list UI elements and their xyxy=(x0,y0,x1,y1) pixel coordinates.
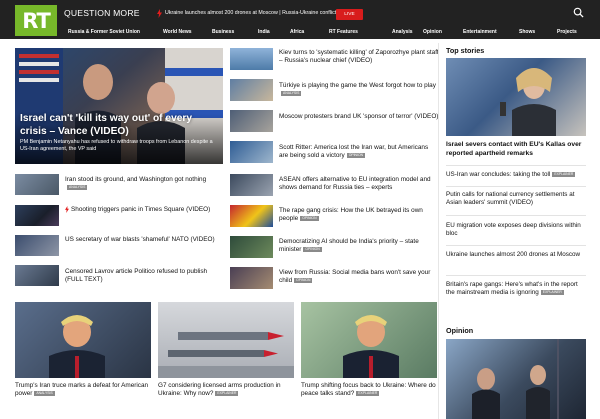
mid-item-4[interactable]: Scott Ritter: America lost the Iran war,… xyxy=(279,144,439,160)
main-nav: Russia & Former Soviet Union World News … xyxy=(0,26,600,39)
rt-logo[interactable]: RT xyxy=(15,5,57,36)
top-story-item-3[interactable]: EU migration vote exposes deep divisions… xyxy=(446,222,586,238)
nav-item-projects[interactable]: Projects xyxy=(557,29,577,35)
top-story-item-2[interactable]: Putin calls for national currency settle… xyxy=(446,191,586,207)
mid-thumb-5[interactable] xyxy=(230,174,273,196)
opinion-photo-illustration xyxy=(472,339,559,419)
bolt-icon xyxy=(157,9,162,18)
top-story-item-1[interactable]: US-Iran war concludes: taking the toll EX… xyxy=(446,171,586,179)
mid-thumb-2[interactable] xyxy=(230,79,273,101)
nav-item-shows[interactable]: Shows xyxy=(519,29,535,35)
divider xyxy=(446,165,586,166)
explainer-badge: EXPLAINER xyxy=(356,391,380,397)
explainer-badge: EXPLAINER xyxy=(215,391,239,397)
mid-item-1[interactable]: Kiev turns to 'systematic killing' of Za… xyxy=(279,49,439,65)
opinion-heading: Opinion xyxy=(446,326,474,335)
mid-thumb-3[interactable] xyxy=(230,110,273,132)
top-story-item-5[interactable]: Britain's rape gangs: Here's what's in t… xyxy=(446,281,586,297)
nav-item-opinion[interactable]: Opinion xyxy=(423,29,442,35)
divider xyxy=(446,186,586,187)
mid-item-6[interactable]: The rape gang crisis: How the UK betraye… xyxy=(279,207,439,223)
nav-item-rt-features[interactable]: RT Features xyxy=(329,29,358,35)
nav-item-india[interactable]: India xyxy=(258,29,270,35)
nav-item-analysis[interactable]: Analysis xyxy=(392,29,413,35)
explainer-badge: EXPLAINER xyxy=(552,171,576,177)
left-item-1[interactable]: Iran stood its ground, and Washington go… xyxy=(65,176,225,192)
nav-item-business[interactable]: Business xyxy=(212,29,234,35)
mid-thumb-6[interactable] xyxy=(230,205,273,227)
breaking-ticker[interactable]: Ukraine launches almost 200 drones at Mo… xyxy=(165,10,336,16)
left-item-3[interactable]: US secretary of war blasts 'shameful' NA… xyxy=(65,236,225,244)
bottom-thumb-3[interactable] xyxy=(301,302,437,378)
left-thumb-2[interactable] xyxy=(15,205,59,226)
bottom-thumb-2[interactable] xyxy=(158,302,294,378)
top-story-lead[interactable]: Israel severs contact with EU's Kallas o… xyxy=(446,141,586,158)
opinion-image[interactable] xyxy=(446,339,586,419)
left-thumb-3[interactable] xyxy=(15,235,59,256)
opinion-badge: OPINION xyxy=(294,277,313,283)
bottom-photo-illustration-3 xyxy=(343,315,399,378)
top-story-image[interactable] xyxy=(446,58,586,136)
mid-thumb-1[interactable] xyxy=(230,48,273,70)
divider xyxy=(446,245,586,246)
nav-item-entertainment[interactable]: Entertainment xyxy=(463,29,497,35)
analysis-badge: ANALYSIS xyxy=(34,391,55,397)
opinion-badge: OPINION xyxy=(300,215,319,221)
mid-item-2[interactable]: Türkiye is playing the game the West for… xyxy=(279,82,439,98)
bottom-thumb-1[interactable] xyxy=(15,302,151,378)
hero-headline[interactable]: Israel can't 'kill its way out' of every… xyxy=(20,113,220,138)
bottom-photo-illustration-2 xyxy=(158,332,294,378)
left-thumb-1[interactable] xyxy=(15,174,59,195)
opinion-badge: OPINION xyxy=(303,246,322,252)
mid-thumb-4[interactable] xyxy=(230,141,273,163)
left-item-2[interactable]: Shooting triggers panic in Times Square … xyxy=(65,206,225,214)
top-story-item-4[interactable]: Ukraine launches almost 200 drones at Mo… xyxy=(446,251,586,259)
mid-thumb-8[interactable] xyxy=(230,267,273,289)
left-thumb-4[interactable] xyxy=(15,265,59,286)
nav-item-world-news[interactable]: World News xyxy=(163,29,192,35)
bottom-item-2[interactable]: G7 considering licensed arms production … xyxy=(158,382,298,398)
bolt-icon xyxy=(65,206,69,213)
top-stories-heading: Top stories xyxy=(446,46,485,55)
explainer-badge: EXPLAINER xyxy=(540,289,564,295)
search-icon[interactable] xyxy=(573,7,584,18)
analysis-badge: ANALYSIS xyxy=(281,90,302,96)
opinion-badge: OPINION xyxy=(346,152,366,158)
divider xyxy=(446,215,586,216)
analysis-badge: ANALYSIS xyxy=(67,184,88,190)
nav-item-africa[interactable]: Africa xyxy=(290,29,304,35)
divider xyxy=(446,275,586,276)
bottom-item-1[interactable]: Trump's Iran truce marks a defeat for Am… xyxy=(15,382,155,398)
bottom-item-3[interactable]: Trump shifting focus back to Ukraine: Wh… xyxy=(301,382,441,398)
mid-thumb-7[interactable] xyxy=(230,236,273,258)
nav-item-russia[interactable]: Russia & Former Soviet Union xyxy=(68,29,140,35)
mid-item-8[interactable]: View from Russia: Social media bans won'… xyxy=(279,269,439,285)
left-item-4[interactable]: Censored Lavrov article Politico refused… xyxy=(65,268,225,284)
live-button[interactable]: LIVE xyxy=(336,9,363,20)
top-story-photo-illustration xyxy=(500,68,556,136)
hero-summary: PM Benjamin Netanyahu has refused to wit… xyxy=(20,139,213,152)
mid-item-5[interactable]: ASEAN offers alternative to EU integrati… xyxy=(279,176,439,192)
mid-item-3[interactable]: Moscow protesters brand UK 'sponsor of t… xyxy=(279,113,439,121)
mid-item-7[interactable]: Democratizing AI should be India's prior… xyxy=(279,238,439,254)
tagline: QUESTION MORE xyxy=(64,8,140,18)
bottom-photo-illustration-1 xyxy=(49,315,105,378)
column-divider xyxy=(438,43,439,419)
